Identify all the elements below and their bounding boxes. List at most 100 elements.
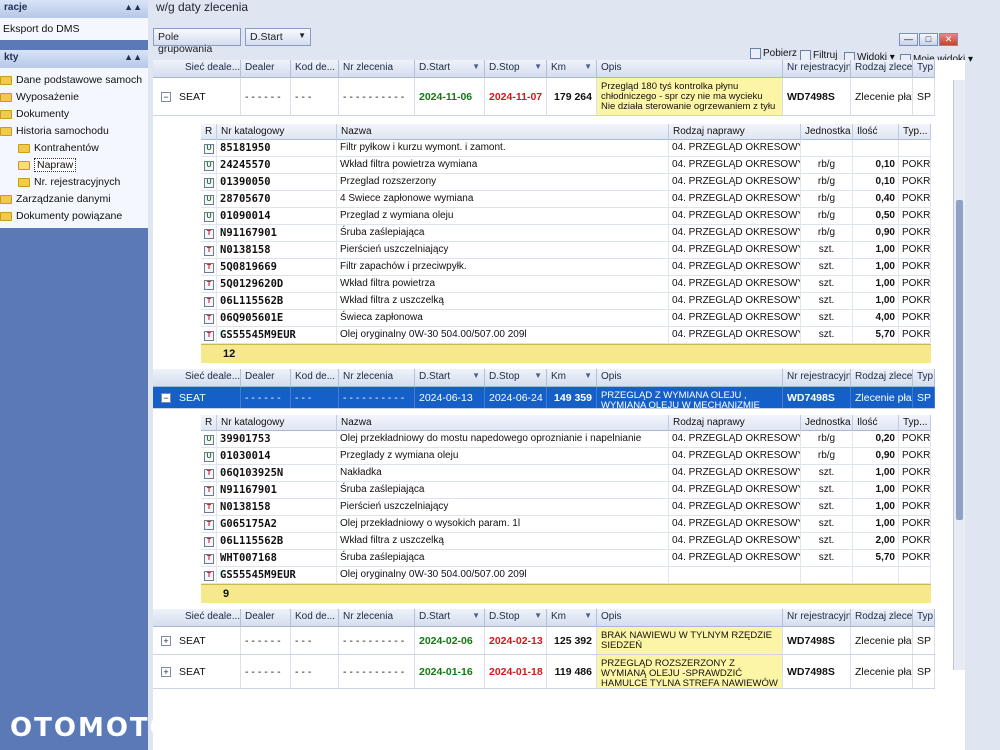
part-row[interactable]: T N91167901 Śruba zaślepiająca 04. PRZEGLĄD… — [201, 225, 931, 242]
collapse-chevron-icon[interactable]: ▲▲ — [124, 52, 142, 62]
sort-arrow-icon[interactable]: ▼ — [472, 62, 480, 71]
section-header-objects[interactable]: kty ▲▲ — [0, 50, 148, 68]
tree-item[interactable]: Nr. rejestracyjnych — [0, 172, 148, 189]
column-header[interactable]: Dealer — [241, 60, 291, 78]
order-row[interactable]: + SEAT - - - - - -- - -- - - - - - - - - -… — [153, 655, 935, 689]
part-row[interactable]: T 5Q0819669 Filtr zapachów i przeciwpyłk. 0… — [201, 259, 931, 276]
part-row[interactable]: U 01090014 Przeglad z wymiana oleju 04. PRZ… — [201, 208, 931, 225]
part-row[interactable]: T WHT007168 Śruba zaślepiająca 04. PRZEGLĄD… — [201, 550, 931, 567]
column-header[interactable]: Kod de... — [291, 369, 339, 387]
column-header[interactable]: D.Start ▼ — [415, 609, 485, 627]
scrollbar-thumb[interactable] — [956, 200, 963, 520]
expand-icon[interactable]: + — [161, 667, 171, 677]
column-header[interactable]: Rodzaj zlecenia — [851, 369, 913, 387]
export-dms-link[interactable]: Eksport do DMS — [0, 20, 148, 37]
column-header[interactable]: Kod de... — [291, 60, 339, 78]
sort-arrow-icon[interactable]: ▼ — [584, 371, 592, 380]
order-row[interactable]: − SEAT - - - - - -- - -- - - - - - - - - -… — [153, 78, 935, 116]
tree-item[interactable]: Dokumenty powiązane — [0, 206, 148, 223]
group-field-button[interactable]: Pole grupowania — [153, 28, 241, 55]
column-header[interactable]: D.Stop ▼ — [485, 609, 547, 627]
collapse-chevron-icon[interactable]: ▲▲ — [124, 2, 142, 12]
part-column-header-cell[interactable]: Jednostka — [801, 415, 853, 431]
column-header[interactable]: Dealer — [241, 369, 291, 387]
part-row[interactable]: U 01030014 Przeglady z wymiana oleju 04. PR… — [201, 448, 931, 465]
column-header[interactable]: Nr zlecenia — [339, 60, 415, 78]
chevron-down-icon[interactable]: ▼ — [298, 31, 306, 40]
column-header[interactable]: Opis — [597, 369, 783, 387]
group-chip-dstart[interactable]: D.Start ▼ — [245, 28, 311, 46]
column-header[interactable]: Sieć deale... — [181, 60, 241, 78]
column-header[interactable]: Km ▼ — [547, 60, 597, 78]
part-row[interactable]: U 24245570 Wkład filtra powietrza wymiana 0… — [201, 157, 931, 174]
part-column-header-cell[interactable]: Jednostka — [801, 124, 853, 140]
tree-item[interactable]: Dane podstawowe samoch — [0, 70, 148, 87]
part-row[interactable]: T G065175A2 Olej przekładniowy o wysokich … — [201, 516, 931, 533]
column-header[interactable]: D.Start ▼ — [415, 60, 485, 78]
collapse-icon[interactable]: − — [161, 92, 171, 102]
column-header[interactable]: Nr zlecenia — [339, 609, 415, 627]
column-header[interactable]: Rodzaj zlecenia — [851, 609, 913, 627]
column-header[interactable]: D.Start ▼ — [415, 369, 485, 387]
column-header[interactable]: Opis — [597, 60, 783, 78]
sort-arrow-icon[interactable]: ▼ — [472, 611, 480, 620]
part-row[interactable]: U 28705670 4 Swiece zapłonowe wymiana 04. P… — [201, 191, 931, 208]
part-row[interactable]: T 5Q0129620D Wkład filtra powietrza 04. PRZ… — [201, 276, 931, 293]
column-header[interactable]: Km ▼ — [547, 369, 597, 387]
part-column-header-cell[interactable]: Typ... — [899, 415, 931, 431]
tree-item[interactable]: Historia samochodu — [0, 121, 148, 138]
pobierz-button[interactable]: Pobierz — [750, 48, 797, 59]
part-row[interactable]: T 06L115562B Wkład filtra z uszczelką 04. P… — [201, 293, 931, 310]
column-header[interactable]: Sieć deale... — [181, 609, 241, 627]
part-row[interactable]: T 06Q103925N Nakładka 04. PRZEGLĄD OKRESOWY… — [201, 465, 931, 482]
part-column-header-cell[interactable]: Rodzaj naprawy — [669, 415, 801, 431]
tree-item[interactable]: Kontrahentów — [0, 138, 148, 155]
section-header-operations[interactable]: racje ▲▲ — [0, 0, 148, 18]
sort-arrow-icon[interactable]: ▼ — [534, 611, 542, 620]
part-row[interactable]: T GS55545M9EUR Olej oryginalny 0W-30 504.0… — [201, 567, 931, 584]
column-header[interactable]: Nr rejestracyjny — [783, 60, 851, 78]
column-header[interactable]: Nr rejestracyjny — [783, 369, 851, 387]
column-header[interactable]: Rodzaj zlecenia — [851, 60, 913, 78]
part-column-header-cell[interactable]: R — [201, 124, 217, 140]
part-column-header-cell[interactable]: Ilość — [853, 124, 899, 140]
collapse-icon[interactable]: − — [161, 393, 171, 403]
sort-arrow-icon[interactable]: ▼ — [584, 611, 592, 620]
column-header[interactable]: Opis — [597, 609, 783, 627]
part-row[interactable]: T 06L115562B Wkład filtra z uszczelką 04. P… — [201, 533, 931, 550]
column-header[interactable]: Km ▼ — [547, 609, 597, 627]
part-column-header-cell[interactable]: Nazwa — [337, 415, 669, 431]
part-column-header-cell[interactable]: Rodzaj naprawy — [669, 124, 801, 140]
sort-arrow-icon[interactable]: ▼ — [472, 371, 480, 380]
part-row[interactable]: U 39901753 Olej przekładniowy do mostu nap… — [201, 431, 931, 448]
column-header[interactable]: D.Stop ▼ — [485, 60, 547, 78]
column-header[interactable]: Typ — [913, 369, 935, 387]
column-header[interactable]: Typ — [913, 60, 935, 78]
sort-arrow-icon[interactable]: ▼ — [534, 62, 542, 71]
repairs-grid[interactable]: Sieć deale... Dealer Kod de... Nr zlecenia D… — [153, 60, 965, 750]
part-column-header-cell[interactable]: Nazwa — [337, 124, 669, 140]
vertical-scrollbar[interactable] — [953, 80, 965, 670]
tree-item[interactable]: Wyposażenie — [0, 87, 148, 104]
part-row[interactable]: T N0138158 Pierścień uszczelniający 04. PRZ… — [201, 499, 931, 516]
part-row[interactable]: U 85181950 Filtr pyłkow i kurzu wymont. i … — [201, 140, 931, 157]
expand-icon[interactable]: + — [161, 636, 171, 646]
part-column-header-cell[interactable]: Ilość — [853, 415, 899, 431]
part-column-header-cell[interactable]: Nr katalogowy — [217, 124, 337, 140]
column-header[interactable]: Sieć deale... — [181, 369, 241, 387]
tree-item[interactable]: Dokumenty — [0, 104, 148, 121]
part-row[interactable]: U 01390050 Przeglad rozszerzony 04. PRZEGLĄ… — [201, 174, 931, 191]
column-header[interactable]: Typ — [913, 609, 935, 627]
part-row[interactable]: T GS55545M9EUR Olej oryginalny 0W-30 504.0… — [201, 327, 931, 344]
column-header[interactable]: D.Stop ▼ — [485, 369, 547, 387]
column-header[interactable]: Nr rejestracyjny — [783, 609, 851, 627]
part-row[interactable]: T 06Q905601E Świeca zapłonowa 04. PRZEGLĄD … — [201, 310, 931, 327]
part-column-header-cell[interactable]: Typ... — [899, 124, 931, 140]
column-header[interactable]: Dealer — [241, 609, 291, 627]
sort-arrow-icon[interactable]: ▼ — [584, 62, 592, 71]
sort-arrow-icon[interactable]: ▼ — [534, 371, 542, 380]
order-row[interactable]: − SEAT - - - - - -- - -- - - - - - - - - -… — [153, 387, 935, 409]
tree-item[interactable]: Napraw — [0, 155, 148, 172]
order-row[interactable]: + SEAT - - - - - -- - -- - - - - - - - - -… — [153, 627, 935, 655]
tree-item[interactable]: Zarządzanie danymi — [0, 189, 148, 206]
